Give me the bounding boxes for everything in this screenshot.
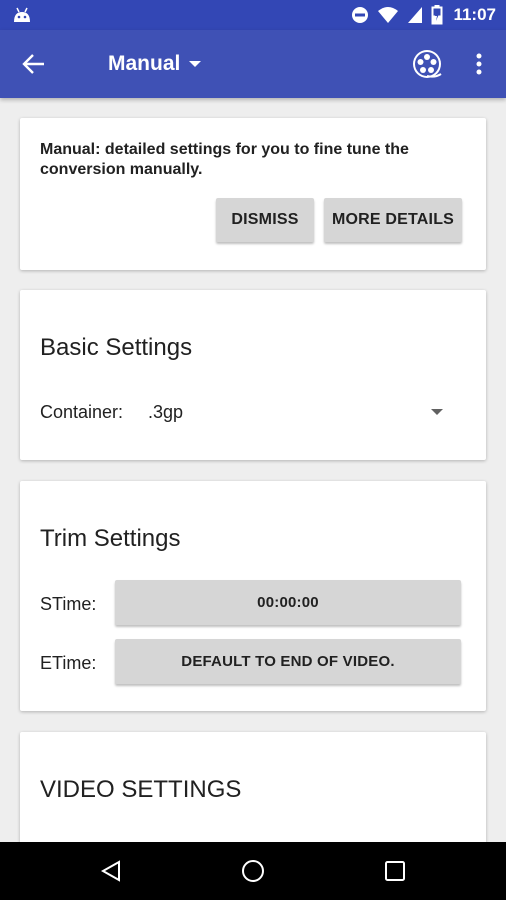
android-icon: [14, 7, 30, 22]
app-bar: Manual: [0, 30, 506, 98]
page-title: Manual: [108, 52, 181, 75]
container-select[interactable]: .3gp: [148, 402, 183, 423]
etime-button[interactable]: DEFAULT TO END OF VIDEO.: [115, 639, 461, 684]
trim-settings-title: Trim Settings: [40, 525, 181, 552]
basic-settings-card: Basic Settings Container: .3gp: [20, 290, 486, 460]
container-label: Container:: [40, 402, 124, 422]
trim-settings-card: Trim Settings STime: 00:00:00 ETime: DEF…: [20, 481, 486, 711]
film-reel-icon[interactable]: [411, 48, 443, 80]
back-arrow-icon[interactable]: [20, 50, 48, 78]
stime-label: STime:: [40, 594, 97, 614]
more-details-button[interactable]: MORE DETAILS: [324, 198, 462, 242]
do-not-disturb-icon: [352, 7, 369, 23]
nav-back-icon[interactable]: [99, 859, 123, 883]
basic-settings-title: Basic Settings: [40, 334, 193, 361]
info-card: Manual: detailed settings for you to fin…: [20, 118, 486, 270]
status-icons: 11:07: [351, 4, 496, 26]
nav-home-icon[interactable]: [241, 859, 265, 883]
dropdown-caret-icon: [189, 61, 202, 67]
navigation-bar: [0, 842, 506, 900]
battery-charging-icon: [431, 5, 443, 25]
wifi-icon: [378, 7, 399, 23]
container-dropdown-arrow-icon[interactable]: [430, 407, 444, 417]
mode-selector[interactable]: Manual: [108, 50, 202, 78]
overflow-menu-icon[interactable]: [468, 50, 490, 78]
video-settings-title: VIDEO SETTINGS: [40, 776, 242, 803]
status-bar: 11:07: [0, 0, 506, 30]
info-text: Manual: detailed settings for you to fin…: [40, 141, 409, 178]
video-settings-card: VIDEO SETTINGS: [20, 732, 486, 852]
etime-label: ETime:: [40, 653, 97, 673]
signal-icon: [408, 7, 423, 23]
dismiss-button[interactable]: DISMISS: [216, 198, 314, 242]
nav-recents-icon[interactable]: [385, 861, 405, 881]
stime-button[interactable]: 00:00:00: [115, 580, 461, 625]
status-time: 11:07: [453, 5, 496, 24]
